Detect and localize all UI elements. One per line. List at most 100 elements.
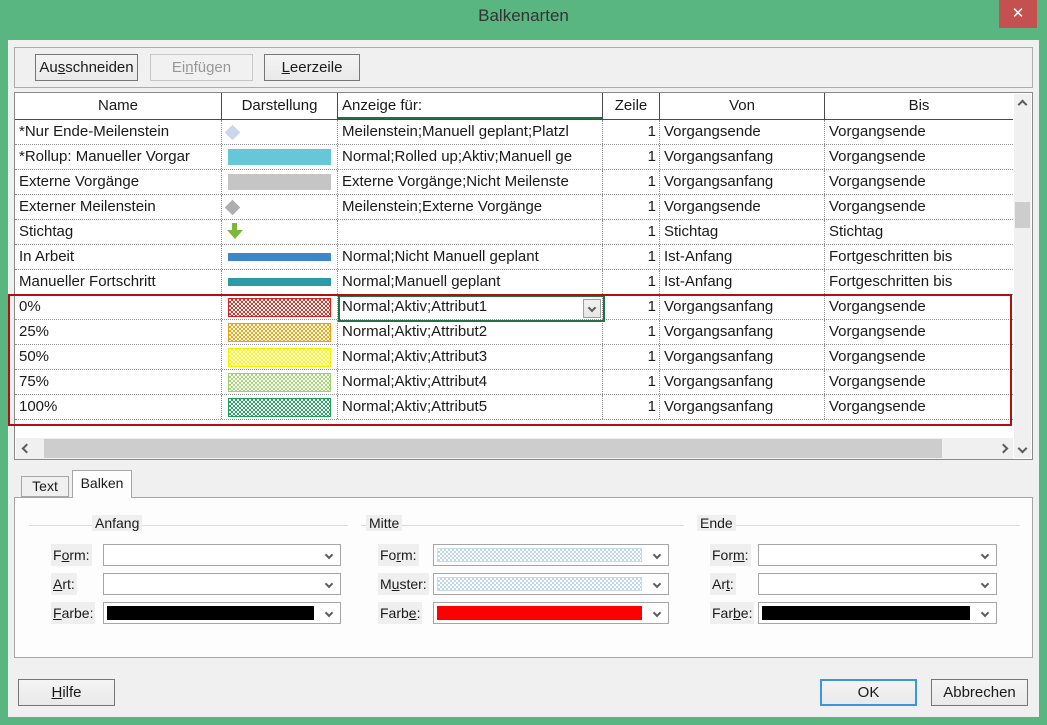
cell-from[interactable]: Vorgangsanfang: [660, 295, 825, 319]
cell-to[interactable]: Stichtag: [825, 220, 1013, 244]
cell-from[interactable]: Vorgangsanfang: [660, 395, 825, 419]
horizontal-scrollbar-thumb[interactable]: [44, 439, 942, 458]
cell-name[interactable]: 50%: [15, 345, 222, 369]
scroll-up-button[interactable]: [1014, 94, 1031, 111]
cell-row[interactable]: 1: [603, 120, 660, 144]
cell-row[interactable]: 1: [603, 345, 660, 369]
vertical-scrollbar-thumb[interactable]: [1015, 202, 1030, 228]
cell-from[interactable]: Vorgangsanfang: [660, 145, 825, 169]
scroll-down-button[interactable]: [1014, 441, 1031, 458]
cell-name[interactable]: *Rollup: Manueller Vorgar: [15, 145, 222, 169]
cell-from[interactable]: Vorgangsanfang: [660, 345, 825, 369]
column-header-from: Von: [660, 93, 825, 119]
scroll-right-button[interactable]: [996, 438, 1013, 459]
start-type-combo[interactable]: [103, 573, 341, 595]
cell-appearance[interactable]: [222, 370, 338, 394]
cell-to[interactable]: Vorgangsende: [825, 195, 1013, 219]
cell-name[interactable]: In Arbeit: [15, 245, 222, 269]
cell-row[interactable]: 1: [603, 195, 660, 219]
cell-name[interactable]: Manueller Fortschritt: [15, 270, 222, 294]
vertical-scrollbar[interactable]: [1014, 94, 1031, 458]
cell-row[interactable]: 1: [603, 395, 660, 419]
cancel-button[interactable]: Abbrechen: [931, 679, 1028, 706]
cell-appearance[interactable]: [222, 145, 338, 169]
cell-show-for[interactable]: Normal;Nicht Manuell geplant: [338, 245, 603, 269]
cell-show-for[interactable]: [338, 220, 603, 244]
cell-row[interactable]: 1: [603, 220, 660, 244]
cell-show-for[interactable]: Normal;Rolled up;Aktiv;Manuell ge: [338, 145, 603, 169]
cell-to[interactable]: Vorgangsende: [825, 345, 1013, 369]
cell-appearance[interactable]: [222, 120, 338, 144]
cell-name[interactable]: 75%: [15, 370, 222, 394]
cell-appearance[interactable]: [222, 170, 338, 194]
cell-from[interactable]: Vorgangsanfang: [660, 170, 825, 194]
cell-show-for[interactable]: Normal;Aktiv;Attribut4: [338, 370, 603, 394]
cell-show-for[interactable]: Normal;Aktiv;Attribut2: [338, 320, 603, 344]
cell-row[interactable]: 1: [603, 295, 660, 319]
cell-from[interactable]: Vorgangsende: [660, 120, 825, 144]
cell-to[interactable]: Vorgangsende: [825, 320, 1013, 344]
middle-pattern-combo[interactable]: [433, 573, 669, 595]
cell-appearance[interactable]: [222, 395, 338, 419]
cell-name[interactable]: Externer Meilenstein: [15, 195, 222, 219]
cut-button[interactable]: Ausschneiden: [35, 54, 138, 81]
cell-to[interactable]: Vorgangsende: [825, 295, 1013, 319]
start-shape-combo[interactable]: [103, 544, 341, 566]
cell-appearance[interactable]: [222, 195, 338, 219]
cell-to[interactable]: Vorgangsende: [825, 370, 1013, 394]
cell-from[interactable]: Ist-Anfang: [660, 245, 825, 269]
cell-row[interactable]: 1: [603, 320, 660, 344]
cell-show-for[interactable]: Normal;Aktiv;Attribut3: [338, 345, 603, 369]
show-for-dropdown-button[interactable]: [583, 299, 601, 318]
middle-color-combo[interactable]: [433, 602, 669, 624]
scroll-left-button[interactable]: [16, 438, 33, 459]
help-button[interactable]: Hilfe: [18, 679, 115, 706]
cell-show-for[interactable]: Normal;Manuell geplant: [338, 270, 603, 294]
cell-to[interactable]: Vorgangsende: [825, 145, 1013, 169]
cell-appearance[interactable]: [222, 270, 338, 294]
end-type-combo[interactable]: [758, 573, 997, 595]
cell-appearance[interactable]: [222, 245, 338, 269]
cell-from[interactable]: Vorgangsanfang: [660, 320, 825, 344]
cell-name[interactable]: 25%: [15, 320, 222, 344]
cell-row[interactable]: 1: [603, 245, 660, 269]
cell-row[interactable]: 1: [603, 370, 660, 394]
cell-appearance[interactable]: [222, 320, 338, 344]
cell-to[interactable]: Vorgangsende: [825, 170, 1013, 194]
insert-row-button[interactable]: Leerzeile: [264, 54, 360, 81]
cell-show-for[interactable]: Meilenstein;Externe Vorgänge: [338, 195, 603, 219]
cell-from[interactable]: Vorgangsende: [660, 195, 825, 219]
cell-from[interactable]: Ist-Anfang: [660, 270, 825, 294]
cell-name[interactable]: 0%: [15, 295, 222, 319]
cell-row[interactable]: 1: [603, 145, 660, 169]
cell-show-for[interactable]: Externe Vorgänge;Nicht Meilenste: [338, 170, 603, 194]
cell-appearance[interactable]: [222, 220, 338, 244]
cell-to[interactable]: Fortgeschritten bis: [825, 245, 1013, 269]
cell-to[interactable]: Vorgangsende: [825, 120, 1013, 144]
close-button[interactable]: ✕: [999, 0, 1037, 28]
cell-name[interactable]: *Nur Ende-Meilenstein: [15, 120, 222, 144]
tab-text[interactable]: Text: [21, 476, 69, 497]
paste-button[interactable]: Einfügen: [150, 54, 253, 81]
cell-show-for[interactable]: Normal;Aktiv;Attribut5: [338, 395, 603, 419]
cell-from[interactable]: Vorgangsanfang: [660, 370, 825, 394]
cell-from[interactable]: Stichtag: [660, 220, 825, 244]
tab-balken[interactable]: Balken: [72, 470, 132, 498]
horizontal-scrollbar[interactable]: [16, 438, 1013, 459]
cell-name[interactable]: Externe Vorgänge: [15, 170, 222, 194]
cell-name[interactable]: Stichtag: [15, 220, 222, 244]
cell-show-for[interactable]: Meilenstein;Manuell geplant;Platzl: [338, 120, 603, 144]
table-row: 50% Normal;Aktiv;Attribut3 1 Vorgangsanf…: [15, 345, 1013, 370]
cell-appearance[interactable]: [222, 345, 338, 369]
cell-name[interactable]: 100%: [15, 395, 222, 419]
cell-row[interactable]: 1: [603, 170, 660, 194]
middle-shape-combo[interactable]: [433, 544, 669, 566]
cell-to[interactable]: Fortgeschritten bis: [825, 270, 1013, 294]
cell-row[interactable]: 1: [603, 270, 660, 294]
cell-to[interactable]: Vorgangsende: [825, 395, 1013, 419]
cell-appearance[interactable]: [222, 295, 338, 319]
start-color-combo[interactable]: [103, 602, 341, 624]
end-color-combo[interactable]: [758, 602, 997, 624]
ok-button[interactable]: OK: [820, 679, 917, 706]
end-shape-combo[interactable]: [758, 544, 997, 566]
